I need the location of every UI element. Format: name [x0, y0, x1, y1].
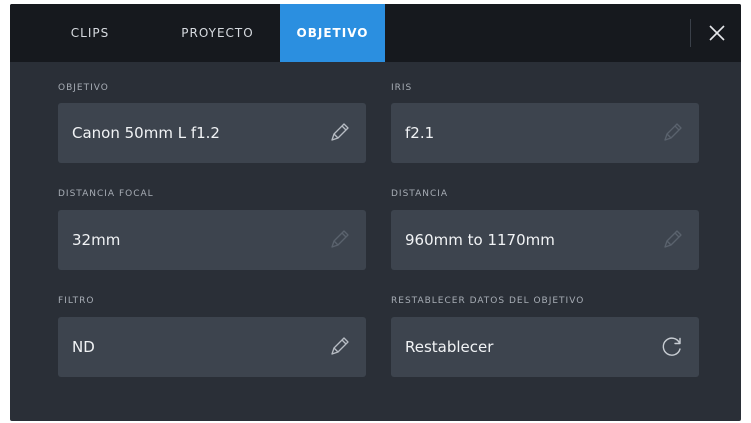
pencil-icon[interactable] [326, 227, 352, 253]
tab-proyecto[interactable]: PROYECTO [160, 4, 275, 62]
distancia-focal-value: 32mm [72, 231, 121, 249]
restablecer-value: Restablecer [405, 338, 494, 356]
distancia-label: DISTANCIA [391, 189, 449, 199]
objetivo-field[interactable]: Canon 50mm L f1.2 [58, 103, 366, 163]
iris-value: f2.1 [405, 124, 435, 142]
distancia-value: 960mm to 1170mm [405, 231, 555, 249]
distancia-focal-label: DISTANCIA FOCAL [58, 189, 154, 199]
filtro-label: FILTRO [58, 296, 95, 306]
pencil-icon[interactable] [326, 120, 352, 146]
objetivo-value: Canon 50mm L f1.2 [72, 124, 220, 142]
restablecer-label: RESTABLECER DATOS DEL OBJETIVO [391, 296, 585, 306]
tab-divider [690, 19, 691, 47]
close-icon [709, 25, 725, 41]
iris-field[interactable]: f2.1 [391, 103, 699, 163]
pencil-icon[interactable] [659, 227, 685, 253]
restablecer-button[interactable]: Restablecer [391, 317, 699, 377]
objetivo-label: OBJETIVO [58, 83, 109, 93]
distancia-field[interactable]: 960mm to 1170mm [391, 210, 699, 270]
lens-settings-panel: CLIPS PROYECTO OBJETIVO OBJETIVO Canon 5… [10, 4, 741, 421]
filtro-field[interactable]: ND [58, 317, 366, 377]
tab-clips[interactable]: CLIPS [50, 4, 130, 62]
refresh-icon [662, 337, 681, 356]
iris-label: IRIS [391, 83, 413, 93]
distancia-focal-field[interactable]: 32mm [58, 210, 366, 270]
pencil-icon[interactable] [659, 120, 685, 146]
tab-bar: CLIPS PROYECTO OBJETIVO [10, 4, 741, 62]
tab-objetivo[interactable]: OBJETIVO [280, 4, 385, 62]
pencil-icon[interactable] [326, 334, 352, 360]
close-button[interactable] [698, 14, 736, 52]
filtro-value: ND [72, 338, 95, 356]
